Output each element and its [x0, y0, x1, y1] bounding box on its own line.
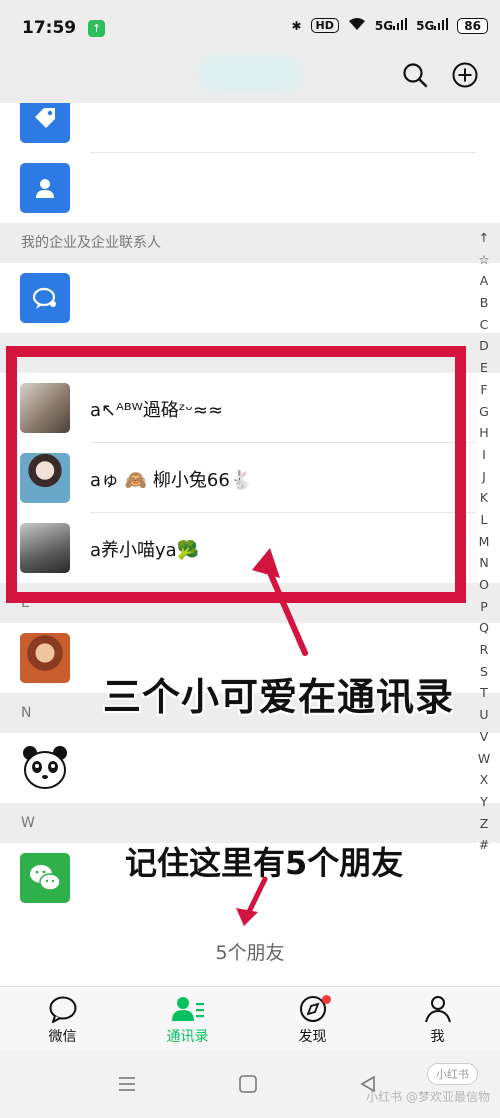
index-letter[interactable]: U: [479, 704, 488, 726]
tab-label: 通讯录: [166, 1029, 209, 1045]
index-letter[interactable]: P: [480, 596, 488, 618]
index-letter[interactable]: W: [478, 748, 490, 770]
plus-circle-icon[interactable]: [450, 60, 480, 90]
index-letter[interactable]: G: [479, 401, 489, 423]
person-icon: [20, 163, 70, 213]
index-letter[interactable]: R: [480, 639, 489, 661]
index-letter[interactable]: Q: [479, 617, 489, 639]
friend-count: 5个朋友: [215, 942, 285, 964]
index-letter[interactable]: #: [479, 834, 489, 856]
index-letter[interactable]: K: [480, 487, 488, 509]
contact-row[interactable]: [0, 733, 476, 803]
status-indicators: ✱ HD 5G 5G 86: [291, 17, 488, 34]
tab-me[interactable]: 我: [375, 987, 500, 1050]
tab-label: 微信: [48, 1029, 77, 1045]
watermark-text: 小红书 @梦欢亚最信物: [366, 1090, 490, 1104]
tab-discover[interactable]: 发现: [250, 987, 375, 1050]
signal-5g-icon: 5G: [375, 18, 408, 33]
search-icon[interactable]: [400, 60, 430, 90]
section-header-w: W: [0, 803, 500, 843]
index-letter[interactable]: C: [480, 314, 489, 336]
highlight-box: [6, 346, 466, 603]
index-letter[interactable]: ☆: [478, 249, 489, 271]
person-icon: [424, 996, 451, 1023]
index-letter[interactable]: D: [479, 335, 489, 357]
index-letter[interactable]: X: [480, 769, 489, 791]
contact-avatar: [20, 633, 70, 683]
index-letter[interactable]: S: [480, 661, 488, 683]
tab-chats[interactable]: 微信: [0, 987, 125, 1050]
list-item-enterprise[interactable]: [0, 263, 476, 333]
home-nav-icon[interactable]: [238, 1074, 258, 1094]
notification-dot: [322, 995, 331, 1004]
battery-indicator: 86: [457, 17, 488, 34]
index-letter[interactable]: B: [480, 292, 489, 314]
index-letter[interactable]: T: [480, 682, 488, 704]
tab-contacts[interactable]: 通讯录: [125, 987, 250, 1050]
annotation-arrow-up: [252, 548, 308, 656]
signal-5g-icon-2: 5G: [416, 18, 449, 33]
chat-icon: [49, 996, 76, 1023]
chat-bubble-icon: [20, 273, 70, 323]
index-letter[interactable]: H: [479, 422, 488, 444]
wifi-icon: [348, 17, 366, 34]
hd-badge: HD: [310, 18, 339, 33]
header-bar: [0, 56, 500, 103]
list-item-official[interactable]: [0, 153, 476, 223]
contacts-icon: [171, 997, 204, 1021]
menu-nav-icon[interactable]: [117, 1074, 137, 1094]
bluetooth-icon: ✱: [291, 18, 302, 33]
index-letter[interactable]: V: [480, 726, 489, 748]
annotation-arrow-down: [236, 876, 268, 926]
index-letter[interactable]: F: [480, 379, 487, 401]
wechat-icon: [20, 853, 70, 903]
list-item-tags[interactable]: [0, 103, 476, 153]
index-letter[interactable]: ↑: [479, 227, 489, 249]
panda-avatar: [20, 743, 70, 793]
notification-app-icon: ↑: [88, 19, 106, 37]
bottom-tab-bar: 微信 通讯录 发现 我: [0, 986, 500, 1050]
index-letter[interactable]: Z: [480, 813, 489, 835]
index-letter[interactable]: E: [480, 357, 488, 379]
tab-label: 发现: [298, 1029, 327, 1045]
system-nav-bar: [0, 1050, 500, 1118]
index-letter[interactable]: A: [480, 270, 489, 292]
watermark-badge: 小红书: [427, 1063, 478, 1085]
tag-icon: [20, 103, 70, 143]
index-letter[interactable]: Y: [480, 791, 488, 813]
index-letter[interactable]: I: [482, 444, 486, 466]
index-letter[interactable]: J: [482, 466, 486, 488]
status-time: 17:59: [22, 18, 77, 38]
tab-label: 我: [430, 1029, 445, 1045]
index-letter[interactable]: L: [481, 509, 488, 531]
section-header-enterprise: 我的企业及企业联系人: [0, 223, 500, 263]
alphabet-index[interactable]: ↑ ☆ A B C D E F G H I J K L M N O P Q R S T U V W X Y Z #: [477, 227, 491, 856]
annotation-caption-top: 三个小可爱在通讯录: [103, 675, 455, 719]
status-bar: 17:59 ↑ ✱ HD 5G 5G 86: [0, 0, 500, 56]
blurred-title: [198, 56, 302, 92]
index-letter[interactable]: N: [479, 552, 488, 574]
index-letter[interactable]: M: [479, 531, 490, 553]
index-letter[interactable]: O: [479, 574, 489, 596]
